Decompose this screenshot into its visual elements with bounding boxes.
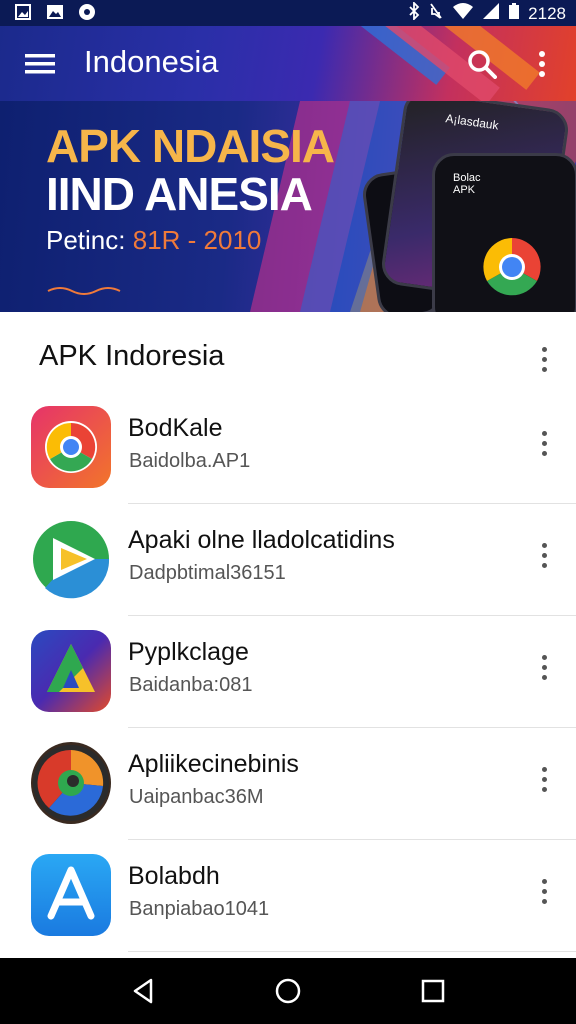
list-item[interactable]: Pyplkclage Baidanba:081: [0, 616, 576, 728]
status-time: 2128: [528, 3, 566, 23]
list-item[interactable]: Apliikecinebinis Uaipanbac36M: [0, 728, 576, 840]
gallery-icon: [46, 3, 64, 21]
list-item[interactable]: BodKale Baidolba.AP1: [0, 392, 576, 504]
more-vert-icon[interactable]: [528, 46, 556, 82]
circle-icon: [78, 3, 96, 21]
list-item[interactable]: Apaki olne lladolcatidins Dadpbtimal3615…: [0, 504, 576, 616]
section-title: APK Indoresia: [39, 340, 225, 372]
section-more-vert-icon[interactable]: [534, 344, 554, 374]
app-bar: Indonesia: [0, 26, 576, 101]
app-name: Apaki olne lladolcatidins: [128, 526, 395, 554]
signal-icon: [482, 2, 500, 25]
nav-bar: [0, 958, 576, 1024]
banner-subtitle-value: 81R - 2010: [132, 225, 262, 255]
back-icon[interactable]: [128, 976, 158, 1006]
swirl-icon: [31, 742, 111, 824]
wifi-icon: [452, 2, 474, 25]
mute-icon: [428, 2, 444, 25]
phone-front-text: Bolac APK: [453, 172, 481, 196]
home-icon[interactable]: [273, 976, 303, 1006]
promo-banner[interactable]: APK NDAISIA IIND ANESIA Petinc: 81R - 20…: [0, 101, 576, 312]
status-left-icons: [14, 3, 96, 21]
app-bar-title: Indonesia: [84, 44, 219, 79]
search-icon[interactable]: [464, 46, 500, 82]
list-item[interactable]: Bolabdh Banpiabao1041: [0, 840, 576, 952]
app-name: BodKale: [128, 414, 223, 442]
play-like-icon: [31, 518, 111, 600]
app-name: Pyplkclage: [128, 638, 249, 666]
app-subtitle: Uaipanbac36M: [129, 786, 264, 808]
banner-headline-2: IIND ANESIA: [46, 168, 313, 220]
app-subtitle: Banpiabao1041: [129, 898, 270, 920]
app-name: Bolabdh: [128, 862, 220, 890]
status-bar: 2128: [0, 0, 576, 26]
photo-icon: [14, 3, 32, 21]
battery-icon: [508, 2, 520, 25]
item-more-vert-icon[interactable]: [534, 876, 554, 906]
appstore-like-icon: [31, 854, 111, 936]
app-subtitle: Baidanba:081: [129, 674, 253, 696]
app-subtitle: Dadpbtimal36151: [129, 562, 286, 584]
phone-screen-text: A¡lasdauk: [444, 111, 500, 133]
recents-icon[interactable]: [418, 976, 448, 1006]
banner-subtitle-prefix: Petinc:: [46, 225, 126, 255]
item-more-vert-icon[interactable]: [534, 764, 554, 794]
app-subtitle: Baidolba.AP1: [129, 450, 251, 472]
drive-like-icon: [31, 630, 111, 712]
item-more-vert-icon[interactable]: [534, 428, 554, 458]
banner-subtitle: Petinc: 81R - 2010: [46, 225, 261, 256]
bluetooth-icon: [408, 0, 420, 25]
phone-illustration-front: Bolac APK: [432, 153, 576, 312]
app-list: BodKale Baidolba.AP1 Apaki olne lladolca…: [0, 392, 576, 952]
app-name: Apliikecinebinis: [128, 750, 299, 778]
item-more-vert-icon[interactable]: [534, 540, 554, 570]
item-more-vert-icon[interactable]: [534, 652, 554, 682]
menu-icon[interactable]: [24, 48, 56, 80]
chrome-like-icon: [31, 406, 111, 488]
chrome-logo-icon: [481, 236, 543, 303]
banner-headline-1: APK NDAISIA: [46, 120, 335, 172]
status-right-icons: 2128: [408, 0, 566, 25]
section-header: APK Indoresia: [0, 312, 576, 400]
divider: [128, 951, 576, 952]
